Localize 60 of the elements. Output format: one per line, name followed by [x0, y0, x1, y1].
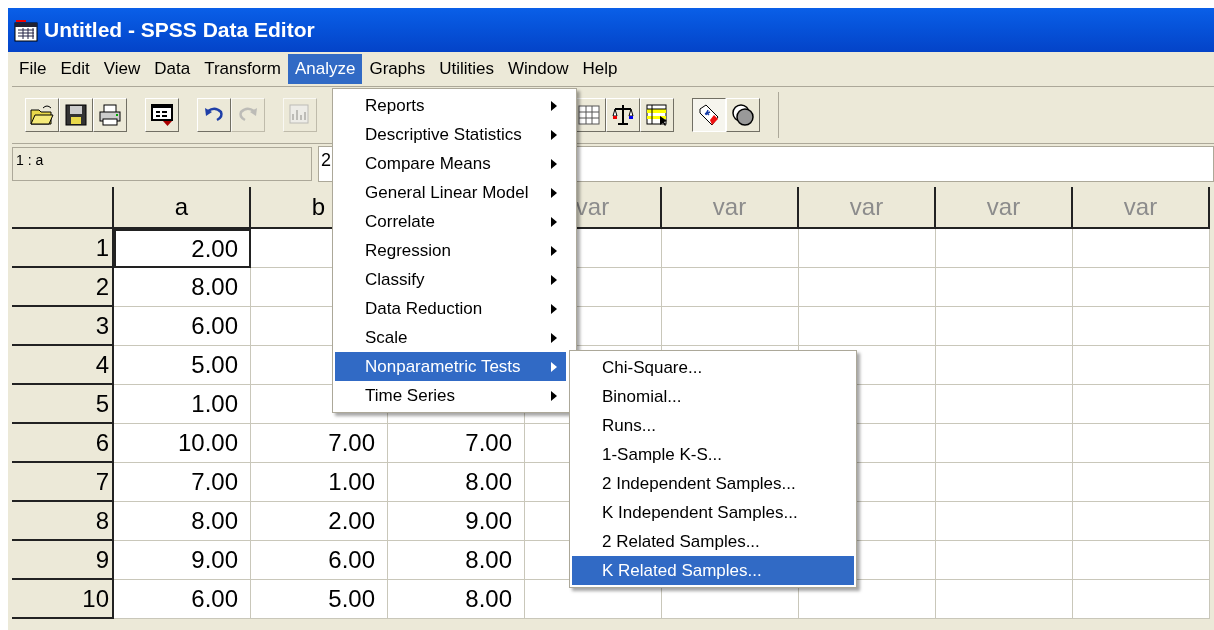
menu-item[interactable]: Regression [335, 236, 566, 265]
data-cell[interactable]: 9.00 [114, 541, 251, 580]
data-cell[interactable]: 8.00 [114, 268, 251, 307]
data-cell[interactable]: 6.00 [251, 541, 388, 580]
row-header[interactable]: 4 [12, 346, 114, 385]
menu-item[interactable]: Edit [53, 54, 97, 84]
cell-name-field[interactable]: 1 : a [12, 147, 312, 181]
menu-item[interactable]: K Related Samples... [572, 556, 854, 585]
column-header[interactable]: a [114, 187, 251, 229]
data-cell[interactable]: 1.00 [251, 463, 388, 502]
window-title: Untitled - SPSS Data Editor [44, 17, 315, 44]
menu-item[interactable]: Reports [335, 91, 566, 120]
menu-item[interactable]: Descriptive Statistics [335, 120, 566, 149]
data-cell[interactable]: 10.00 [114, 424, 251, 463]
menu-item[interactable]: Time Series [335, 381, 566, 410]
data-cell[interactable]: 2.00 [114, 229, 251, 268]
row-header[interactable]: 7 [12, 463, 114, 502]
row-header[interactable]: 2 [12, 268, 114, 307]
data-cell[interactable]: 8.00 [388, 541, 525, 580]
row-header[interactable]: 1 [12, 229, 114, 268]
menu-item[interactable]: Help [575, 54, 625, 84]
data-cell[interactable]: 6.00 [114, 580, 251, 619]
menu-item[interactable]: Nonparametric Tests [335, 352, 566, 381]
menu-item[interactable]: 2 Related Samples... [572, 527, 854, 556]
data-cell[interactable]: 8.00 [388, 580, 525, 619]
row-header[interactable]: 9 [12, 541, 114, 580]
data-cell[interactable]: 2.00 [251, 502, 388, 541]
menu-item[interactable]: Data Reduction [335, 294, 566, 323]
menu-item[interactable]: Chi-Square... [572, 353, 854, 382]
menu-item[interactable]: Window [501, 54, 576, 84]
row-header[interactable]: 10 [12, 580, 114, 619]
menu-item[interactable]: K Independent Samples... [572, 498, 854, 527]
data-cell[interactable]: 7.00 [388, 424, 525, 463]
menu-item[interactable]: Graphs [362, 54, 433, 84]
menu-item[interactable]: Scale [335, 323, 566, 352]
row-header[interactable]: 3 [12, 307, 114, 346]
data-cell[interactable]: 5.00 [114, 346, 251, 385]
menu-item[interactable]: View [96, 54, 148, 84]
row-header[interactable]: 8 [12, 502, 114, 541]
data-cell[interactable]: 1.00 [114, 385, 251, 424]
menu-item[interactable]: 1-Sample K-S... [572, 440, 854, 469]
data-cell[interactable]: 9.00 [388, 502, 525, 541]
data-cell[interactable]: 7.00 [114, 463, 251, 502]
data-cell[interactable]: 8.00 [388, 463, 525, 502]
menu-item[interactable]: Data [147, 54, 198, 84]
row-header[interactable]: 5 [12, 385, 114, 424]
data-cell[interactable]: 5.00 [251, 580, 388, 619]
menu-item[interactable]: Compare Means [335, 149, 566, 178]
menu-item[interactable]: Transform [197, 54, 288, 84]
data-cell[interactable]: 8.00 [114, 502, 251, 541]
menu-item[interactable]: 2 Independent Samples... [572, 469, 854, 498]
menu-item[interactable]: Analyze [288, 54, 363, 84]
menu-item[interactable]: Binomial... [572, 382, 854, 411]
menu-item[interactable]: Classify [335, 265, 566, 294]
data-cell[interactable]: 7.00 [251, 424, 388, 463]
menu-item[interactable]: Runs... [572, 411, 854, 440]
menu-item[interactable]: File [12, 54, 54, 84]
menu-item[interactable]: Utilities [432, 54, 502, 84]
row-header[interactable]: 6 [12, 424, 114, 463]
data-cell[interactable]: 6.00 [114, 307, 251, 346]
